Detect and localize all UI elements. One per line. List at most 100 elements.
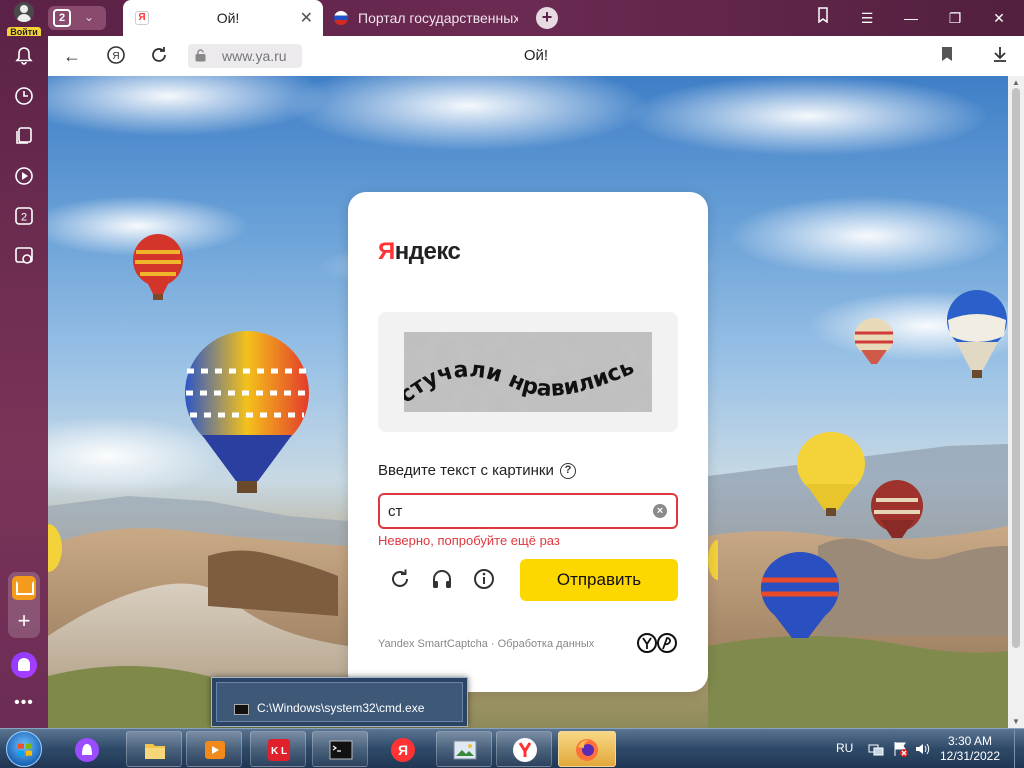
captcha-prompt: Введите текст с картинки xyxy=(378,462,554,479)
restore-button[interactable]: ❐ xyxy=(942,6,968,30)
tab-active[interactable]: Я Ой! ✕ xyxy=(123,0,323,36)
scroll-down-icon[interactable]: ▼ xyxy=(1012,717,1020,726)
hot-air-balloon-yellow xyxy=(797,432,865,516)
refresh-captcha-icon[interactable] xyxy=(388,567,412,591)
tab-count-button[interactable]: 2 ⌄ xyxy=(48,6,106,30)
taskbar: K L Я RU 3:30 AM 12/31/2022 xyxy=(0,728,1024,768)
taskbar-explorer[interactable] xyxy=(126,731,182,767)
page-scrollbar[interactable]: ▲ ▼ xyxy=(1008,76,1024,728)
show-desktop-button[interactable] xyxy=(1014,729,1024,768)
clock[interactable]: 3:30 AM 12/31/2022 xyxy=(930,734,1010,764)
svg-text:2: 2 xyxy=(21,212,27,224)
captcha-input-wrapper: × xyxy=(378,493,678,529)
user-avatar-icon xyxy=(14,2,34,22)
smartcaptcha-logo-icon xyxy=(637,633,677,653)
new-tab-button[interactable]: + xyxy=(536,7,558,29)
preview-frame: C:\Windows\system32\cmd.exe xyxy=(216,682,463,722)
taskbar-firefox[interactable] xyxy=(558,731,616,767)
cmd-window-title: C:\Windows\system32\cmd.exe xyxy=(257,701,425,715)
kl-app-icon: K L xyxy=(268,739,290,761)
firefox-icon xyxy=(576,739,598,761)
scrollbar-thumb[interactable] xyxy=(1012,88,1020,648)
lock-open-icon[interactable] xyxy=(195,49,206,62)
taskbar-yandex-browser[interactable] xyxy=(496,731,552,767)
taskbar-kl[interactable]: K L xyxy=(250,731,306,767)
more-dots-icon[interactable]: ••• xyxy=(10,694,38,712)
taskbar-cmd[interactable] xyxy=(312,731,368,767)
page-content: Яндекс стучали нравились Введите текст с… xyxy=(48,76,1008,728)
help-question-icon[interactable]: ? xyxy=(560,463,576,479)
yandex-logo: Яндекс xyxy=(378,238,461,265)
captcha-image-frame: стучали нравились xyxy=(378,312,678,432)
bookmark-icon[interactable] xyxy=(936,45,958,67)
action-center-flag-icon[interactable] xyxy=(892,741,908,757)
bookmarks-collection-icon[interactable] xyxy=(810,6,836,30)
hot-air-balloon xyxy=(947,290,1007,378)
captcha-input[interactable] xyxy=(388,501,648,521)
tabs-count-icon[interactable]: 2 xyxy=(14,206,34,226)
windows-logo-icon xyxy=(18,743,32,756)
svg-text:Я: Я xyxy=(398,742,408,758)
notifications-bell-icon[interactable] xyxy=(14,46,34,66)
url-field[interactable]: www.ya.ru xyxy=(188,44,302,68)
clock-date: 12/31/2022 xyxy=(939,749,1001,763)
profile-button[interactable]: Войти xyxy=(6,2,42,38)
menu-icon[interactable]: ☰ xyxy=(854,6,880,30)
add-widget-icon[interactable]: + xyxy=(8,608,40,634)
reload-icon[interactable] xyxy=(148,45,170,67)
tab-title: Ой! xyxy=(216,10,240,26)
url-text: www.ya.ru xyxy=(222,48,287,64)
mail-widget[interactable]: + xyxy=(8,572,40,638)
hot-air-balloon-partial xyxy=(48,524,62,572)
hot-air-balloon-partial xyxy=(708,540,718,580)
tab-strip: Войти 2 ⌄ Я Ой! ✕ Портал государственных… xyxy=(0,0,1024,38)
hot-air-balloon-large xyxy=(185,331,309,493)
collections-icon[interactable] xyxy=(14,126,34,146)
back-arrow-icon[interactable]: ← xyxy=(61,45,83,67)
audio-captcha-headphones-icon[interactable] xyxy=(430,567,454,591)
mail-envelope-icon[interactable] xyxy=(12,576,36,600)
screenshot-camera-icon[interactable] xyxy=(14,246,34,266)
clock-time: 3:30 AM xyxy=(947,734,993,748)
yandex-home-icon[interactable]: Я xyxy=(105,45,127,67)
scroll-up-icon[interactable]: ▲ xyxy=(1012,78,1020,87)
start-button[interactable] xyxy=(6,731,42,767)
download-icon[interactable] xyxy=(989,45,1011,67)
taskbar-yandex[interactable]: Я xyxy=(374,731,430,767)
captcha-footer-link[interactable]: Yandex SmartCaptcha · Обработка данных xyxy=(378,638,594,650)
folder-icon xyxy=(145,744,165,759)
alice-assistant-icon[interactable] xyxy=(11,652,37,678)
network-icon[interactable] xyxy=(868,741,884,757)
photo-viewer-icon xyxy=(453,740,477,760)
cmd-icon xyxy=(234,704,249,715)
info-icon[interactable] xyxy=(472,567,496,591)
captcha-image: стучали нравились xyxy=(404,332,652,412)
volume-icon[interactable] xyxy=(914,741,930,757)
close-tab-icon[interactable]: ✕ xyxy=(300,8,313,28)
video-play-icon[interactable] xyxy=(14,166,34,186)
history-clock-icon[interactable] xyxy=(14,86,34,106)
svg-text:Я: Я xyxy=(112,51,119,62)
yandex-browser-icon xyxy=(513,738,537,762)
submit-button[interactable]: Отправить xyxy=(520,559,678,601)
minimize-button[interactable]: — xyxy=(898,6,924,30)
yandex-logo-icon: Я xyxy=(391,738,415,762)
alice-icon xyxy=(75,738,99,762)
tab-count: 2 xyxy=(53,9,71,27)
close-window-button[interactable]: ✕ xyxy=(986,6,1012,30)
cmd-icon xyxy=(329,740,353,760)
svg-text:K L: K L xyxy=(271,746,287,757)
hot-air-balloon-blue xyxy=(761,552,839,638)
captcha-card: Яндекс стучали нравились Введите текст с… xyxy=(348,192,708,692)
hot-air-balloon xyxy=(871,480,923,538)
tab-gosuslugi[interactable]: Портал государственных у xyxy=(330,0,520,36)
sidebar: 2 + ••• xyxy=(0,36,48,728)
tab-title: Портал государственных у xyxy=(358,10,518,26)
taskbar-photo-viewer[interactable] xyxy=(436,731,492,767)
taskbar-preview-cmd[interactable]: C:\Windows\system32\cmd.exe xyxy=(211,677,468,727)
yandex-favicon-icon: Я xyxy=(135,11,149,25)
taskbar-media-player[interactable] xyxy=(186,731,242,767)
language-indicator[interactable]: RU xyxy=(836,741,853,755)
clear-input-icon[interactable]: × xyxy=(653,504,667,518)
taskbar-alice[interactable] xyxy=(58,731,114,767)
